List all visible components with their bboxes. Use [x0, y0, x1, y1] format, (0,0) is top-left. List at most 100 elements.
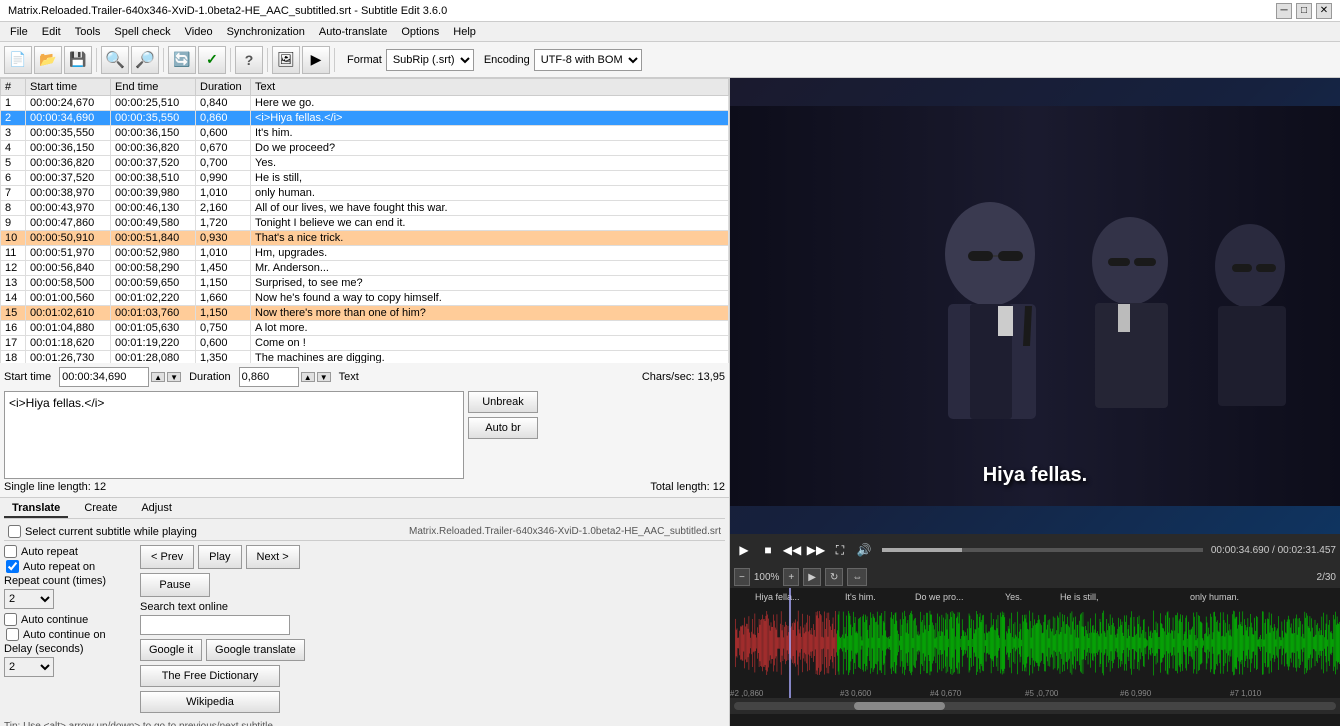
- table-row[interactable]: 1700:01:18,62000:01:19,2200,600Come on !: [1, 336, 729, 351]
- menu-file[interactable]: File: [4, 24, 34, 40]
- video-progress[interactable]: [882, 548, 1203, 552]
- google-button[interactable]: Google it: [140, 639, 202, 661]
- new-button[interactable]: 📄: [4, 46, 32, 74]
- subtitle-text-area[interactable]: <i>Hiya fellas.</i>: [4, 391, 464, 479]
- auto-repeat-on-checkbox[interactable]: [6, 560, 19, 573]
- save-button[interactable]: 💾: [64, 46, 92, 74]
- delay-label: Delay (seconds): [4, 643, 124, 655]
- menu-video[interactable]: Video: [179, 24, 219, 40]
- table-row[interactable]: 800:00:43,97000:00:46,1302,160All of our…: [1, 201, 729, 216]
- menu-spellcheck[interactable]: Spell check: [108, 24, 176, 40]
- close-button[interactable]: ✕: [1316, 3, 1332, 19]
- forward-btn[interactable]: ▶▶: [806, 540, 826, 560]
- next-button[interactable]: Next >: [246, 545, 300, 569]
- waveform-svg[interactable]: Hiya fella... It's him. Do we pro... Yes…: [730, 588, 1340, 698]
- pause-button[interactable]: Pause: [140, 573, 210, 597]
- table-row[interactable]: 1200:00:56,84000:00:58,2901,450Mr. Ander…: [1, 261, 729, 276]
- scrollbar-thumb[interactable]: [854, 702, 944, 710]
- row-end: 00:00:36,820: [111, 141, 196, 156]
- search-input[interactable]: [140, 615, 290, 635]
- check-button[interactable]: ✓: [198, 46, 226, 74]
- media-button[interactable]: ▶: [302, 46, 330, 74]
- maximize-button[interactable]: □: [1296, 3, 1312, 19]
- svg-text:It's him.: It's him.: [845, 592, 876, 602]
- waveform-zoom-in[interactable]: +: [783, 568, 799, 586]
- table-row[interactable]: 1500:01:02,61000:01:03,7601,150Now there…: [1, 306, 729, 321]
- unbreak-button[interactable]: Unbreak: [468, 391, 538, 413]
- start-time-up[interactable]: ▲: [151, 372, 165, 382]
- waveform-loop[interactable]: ↻: [825, 568, 843, 586]
- menu-options[interactable]: Options: [395, 24, 445, 40]
- table-row[interactable]: 1100:00:51,97000:00:52,9801,010Hm, upgra…: [1, 246, 729, 261]
- findreplace-button[interactable]: 🔎: [131, 46, 159, 74]
- fullscreen-btn[interactable]: ⛶: [830, 540, 850, 560]
- tab-translate[interactable]: Translate: [4, 500, 68, 518]
- table-row[interactable]: 400:00:36,15000:00:36,8200,670Do we proc…: [1, 141, 729, 156]
- format-select[interactable]: SubRip (.srt): [386, 49, 474, 71]
- row-end: 00:00:49,580: [111, 216, 196, 231]
- row-text: Hm, upgrades.: [251, 246, 729, 261]
- play-pause-btn[interactable]: ▶: [734, 540, 754, 560]
- table-row[interactable]: 500:00:36,82000:00:37,5200,700Yes.: [1, 156, 729, 171]
- table-row[interactable]: 1000:00:50,91000:00:51,8400,930That's a …: [1, 231, 729, 246]
- row-start: 00:00:51,970: [26, 246, 111, 261]
- free-dictionary-button[interactable]: The Free Dictionary: [140, 665, 280, 687]
- scrollbar-track[interactable]: [734, 702, 1336, 710]
- waveform-play[interactable]: ▶: [803, 568, 821, 586]
- row-duration: 1,150: [196, 306, 251, 321]
- rewind-btn[interactable]: ◀◀: [782, 540, 802, 560]
- video-scene: Hiya fellas.: [730, 78, 1340, 534]
- separator-1: [96, 48, 97, 72]
- subtitle-table-container[interactable]: # Start time End time Duration Text 100:…: [0, 78, 729, 363]
- auto-continue-on-checkbox[interactable]: [6, 628, 19, 641]
- table-row[interactable]: 700:00:38,97000:00:39,9801,010only human…: [1, 186, 729, 201]
- select-current-checkbox[interactable]: [8, 525, 21, 538]
- duration-down[interactable]: ▼: [317, 372, 331, 382]
- table-row[interactable]: 300:00:35,55000:00:36,1500,600It's him.: [1, 126, 729, 141]
- start-time-input[interactable]: [59, 367, 149, 387]
- table-row[interactable]: 900:00:47,86000:00:49,5801,720Tonight I …: [1, 216, 729, 231]
- start-time-down[interactable]: ▼: [167, 372, 181, 382]
- tab-adjust[interactable]: Adjust: [133, 500, 180, 518]
- auto-break-button[interactable]: Auto br: [468, 417, 538, 439]
- reload-button[interactable]: 🔄: [168, 46, 196, 74]
- tab-create[interactable]: Create: [76, 500, 125, 518]
- row-start: 00:01:18,620: [26, 336, 111, 351]
- row-duration: 1,720: [196, 216, 251, 231]
- delay-select[interactable]: 2 3 5: [4, 657, 54, 677]
- waveform-zoom-out[interactable]: −: [734, 568, 750, 586]
- menu-edit[interactable]: Edit: [36, 24, 67, 40]
- table-row[interactable]: 1400:01:00,56000:01:02,2201,660Now he's …: [1, 291, 729, 306]
- duration-up[interactable]: ▲: [301, 372, 315, 382]
- waveform-nav[interactable]: ⇔: [847, 568, 867, 586]
- table-row[interactable]: 200:00:34,69000:00:35,5500,860<i>Hiya fe…: [1, 111, 729, 126]
- open-button[interactable]: 📂: [34, 46, 62, 74]
- timeline-scrollbar[interactable]: [730, 698, 1340, 714]
- minimize-button[interactable]: ─: [1276, 3, 1292, 19]
- menu-autotranslate[interactable]: Auto-translate: [313, 24, 393, 40]
- table-row[interactable]: 1800:01:26,73000:01:28,0801,350The machi…: [1, 351, 729, 364]
- play-button[interactable]: Play: [198, 545, 241, 569]
- table-row[interactable]: 1600:01:04,88000:01:05,6300,750A lot mor…: [1, 321, 729, 336]
- help-button[interactable]: ?: [235, 46, 263, 74]
- image-button[interactable]: 🖼: [272, 46, 300, 74]
- repeat-count-select[interactable]: 2 3 4: [4, 589, 54, 609]
- duration-input[interactable]: [239, 367, 299, 387]
- volume-btn[interactable]: 🔊: [854, 540, 874, 560]
- auto-repeat-checkbox[interactable]: [4, 545, 17, 558]
- google-translate-button[interactable]: Google translate: [206, 639, 305, 661]
- table-row[interactable]: 600:00:37,52000:00:38,5100,990He is stil…: [1, 171, 729, 186]
- menu-tools[interactable]: Tools: [69, 24, 107, 40]
- row-end: 00:00:51,840: [111, 231, 196, 246]
- stop-btn[interactable]: ■: [758, 540, 778, 560]
- table-row[interactable]: 100:00:24,67000:00:25,5100,840Here we go…: [1, 96, 729, 111]
- menu-help[interactable]: Help: [447, 24, 482, 40]
- wikipedia-button[interactable]: Wikipedia: [140, 691, 280, 713]
- menu-sync[interactable]: Synchronization: [221, 24, 311, 40]
- previous-button[interactable]: < Prev: [140, 545, 194, 569]
- encoding-select[interactable]: UTF-8 with BOM: [534, 49, 642, 71]
- auto-continue-checkbox[interactable]: [4, 613, 17, 626]
- row-text: The machines are digging.: [251, 351, 729, 364]
- table-row[interactable]: 1300:00:58,50000:00:59,6501,150Surprised…: [1, 276, 729, 291]
- find-button[interactable]: 🔍: [101, 46, 129, 74]
